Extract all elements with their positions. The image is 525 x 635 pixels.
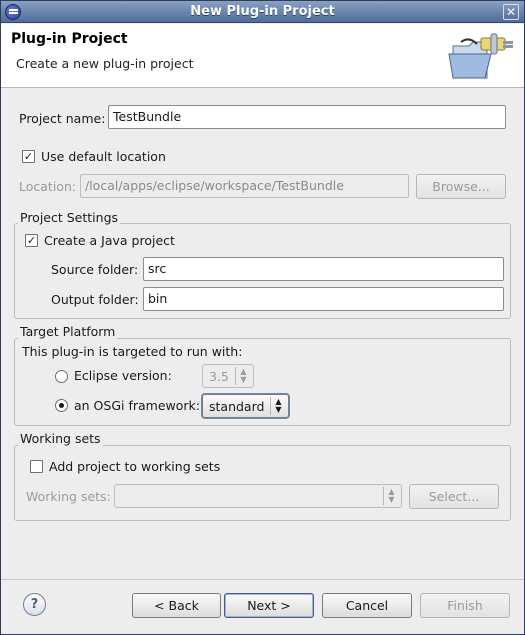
select-working-sets-button[interactable]: Select... (409, 484, 499, 509)
folder-plug-icon (448, 33, 513, 79)
close-icon[interactable]: ✕ (503, 4, 519, 20)
browse-button[interactable]: Browse... (416, 174, 506, 199)
add-to-working-sets-label: Add project to working sets (49, 459, 221, 474)
eclipse-version-value: 3.5 (209, 369, 229, 384)
up-down-arrows-icon: ▲ ▼ (270, 397, 286, 415)
help-icon[interactable]: ? (23, 593, 46, 616)
project-name-label: Project name: (19, 111, 106, 126)
working-sets-combo[interactable]: ▲ ▼ (114, 484, 402, 508)
target-platform-intro: This plug-in is targeted to run with: (22, 344, 243, 359)
osgi-framework-label: an OSGi framework: (74, 398, 200, 413)
source-folder-label: Source folder: (51, 262, 139, 277)
target-platform-title: Target Platform (18, 324, 118, 339)
eclipse-version-radio[interactable] (55, 370, 68, 383)
location-label: Location: (19, 179, 77, 194)
create-java-project-checkbox[interactable]: ✓ (25, 234, 38, 247)
use-default-location-checkbox[interactable]: ✓ (22, 150, 35, 163)
footer-separator (1, 579, 524, 580)
working-sets-title: Working sets (18, 431, 103, 446)
use-default-location-label: Use default location (41, 149, 166, 164)
wizard-header: Plug-in Project Create a new plug-in pro… (1, 24, 524, 88)
create-java-project-label: Create a Java project (44, 233, 175, 248)
add-to-working-sets-checkbox[interactable] (30, 460, 43, 473)
eclipse-version-combo[interactable]: 3.5 ▲ ▼ (202, 364, 254, 388)
eclipse-version-label: Eclipse version: (74, 368, 172, 383)
osgi-framework-radio[interactable] (55, 399, 68, 412)
title-bar[interactable]: New Plug-in Project ✕ (1, 1, 524, 23)
output-folder-input[interactable]: bin (143, 287, 504, 311)
up-down-arrows-icon: ▲ ▼ (235, 367, 251, 385)
window-title: New Plug-in Project (190, 4, 335, 19)
output-folder-label: Output folder: (51, 292, 139, 307)
next-button[interactable]: Next > (224, 593, 314, 618)
page-description: Create a new plug-in project (16, 56, 194, 71)
project-settings-title: Project Settings (18, 210, 121, 225)
finish-button[interactable]: Finish (420, 593, 510, 618)
location-input[interactable]: /local/apps/eclipse/workspace/TestBundle (80, 174, 409, 198)
working-sets-label: Working sets: (26, 489, 111, 504)
osgi-framework-combo[interactable]: standard ▲ ▼ (202, 394, 289, 418)
page-title: Plug-in Project (11, 31, 128, 47)
working-sets-group (14, 445, 511, 521)
source-folder-input[interactable]: src (143, 257, 504, 281)
back-button[interactable]: < Back (132, 593, 221, 618)
up-down-arrows-icon: ▲ ▼ (383, 487, 399, 505)
osgi-framework-value: standard (209, 399, 265, 414)
dialog-window: New Plug-in Project ✕ Plug-in Project Cr… (0, 0, 525, 635)
project-name-input[interactable]: TestBundle (108, 105, 506, 129)
cancel-button[interactable]: Cancel (322, 593, 412, 618)
